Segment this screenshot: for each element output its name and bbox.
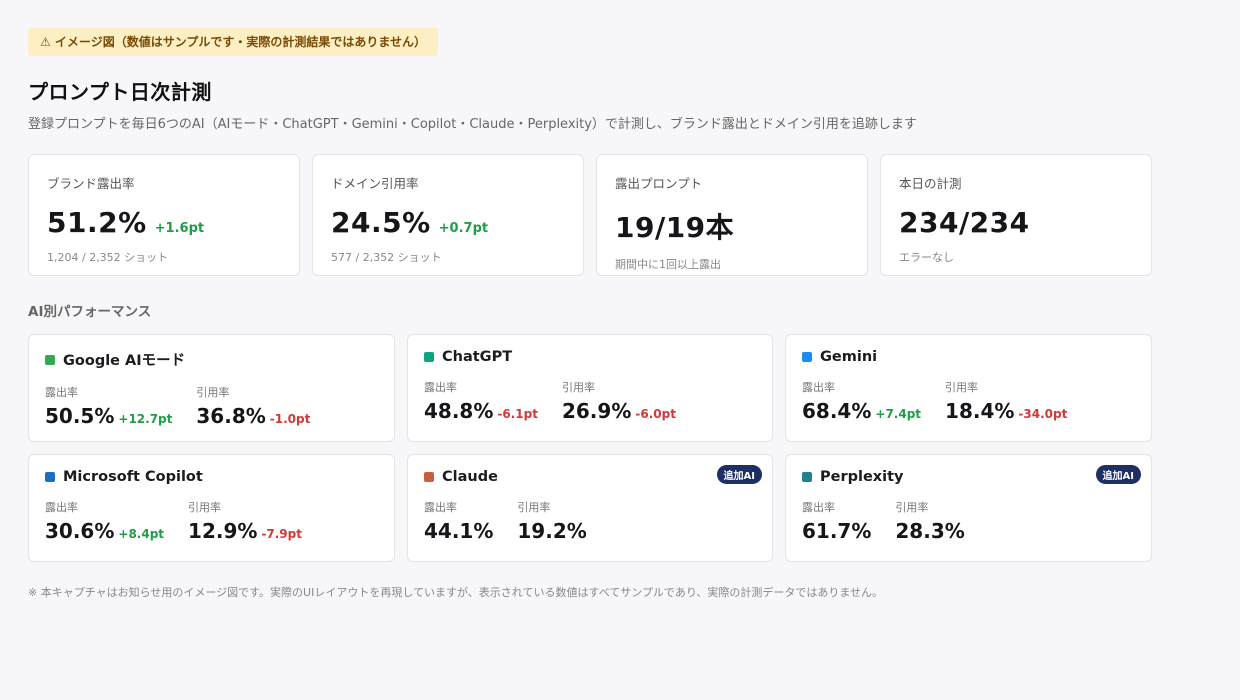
- footnote: ※ 本キャプチャはお知らせ用のイメージ図です。実際のUIレイアウトを再現していま…: [28, 586, 884, 599]
- ai-color-dot: [45, 472, 55, 482]
- exposure-value: 61.7%: [802, 519, 872, 543]
- added-ai-badge: 追加AI: [716, 465, 762, 484]
- ai-name: Claude: [442, 469, 498, 485]
- kpi-label: 本日の計測: [899, 176, 962, 191]
- kpi-card-exposed-prompts: 露出プロンプト 19/19本 期間中に1回以上露出: [596, 154, 868, 276]
- exposure-label: 露出率: [45, 386, 78, 399]
- added-ai-badge: 追加AI: [1095, 465, 1141, 484]
- citation-value: 36.8%: [196, 404, 266, 428]
- kpi-label: ブランド露出率: [47, 176, 135, 191]
- page-subtitle: 登録プロンプトを毎日6つのAI（AIモード・ChatGPT・Gemini・Cop…: [28, 117, 917, 132]
- section-title: AI別パフォーマンス: [28, 304, 152, 320]
- kpi-value: 24.5%: [331, 206, 431, 239]
- ai-color-dot: [45, 354, 55, 365]
- kpi-label: ドメイン引用率: [331, 176, 419, 191]
- exposure-delta: +7.4pt: [875, 407, 922, 421]
- ai-color-dot: [802, 352, 812, 362]
- citation-value: 19.2%: [517, 519, 587, 543]
- exposure-label: 露出率: [802, 501, 835, 514]
- citation-label: 引用率: [196, 386, 230, 399]
- exposure-value: 50.5%: [45, 404, 115, 428]
- exposure-label: 露出率: [424, 501, 457, 514]
- kpi-card-brand-exposure: ブランド露出率 51.2% +1.6pt 1,204 / 2,352 ショット: [28, 154, 300, 276]
- kpi-subtext: エラーなし: [899, 251, 954, 264]
- exposure-delta: +12.7pt: [118, 412, 173, 426]
- citation-value: 12.9%: [188, 519, 258, 543]
- ai-name: Gemini: [820, 349, 878, 365]
- citation-label: 引用率: [517, 501, 551, 514]
- ai-card-claude: 追加AI Claude 露出率 44.1% 引用率 19.2%: [407, 454, 773, 562]
- exposure-value: 44.1%: [424, 519, 494, 543]
- sample-warning-banner: ⚠ イメージ図（数値はサンプルです・実際の計測結果ではありません）: [28, 28, 438, 56]
- ai-name: Google AIモード: [63, 353, 186, 369]
- exposure-value: 30.6%: [45, 519, 115, 543]
- citation-label: 引用率: [561, 381, 595, 394]
- kpi-value: 19/19本: [615, 211, 735, 244]
- ai-card-google-ai-mode: Google AIモード 露出率 50.5% +12.7pt 引用率 36.8%…: [28, 334, 395, 442]
- kpi-delta: +0.7pt: [438, 221, 489, 236]
- kpi-row: ブランド露出率 51.2% +1.6pt 1,204 / 2,352 ショット …: [28, 154, 1152, 276]
- citation-value: 26.9%: [561, 399, 632, 423]
- citation-value: 28.3%: [895, 519, 965, 543]
- citation-delta: -1.0pt: [269, 412, 311, 426]
- kpi-card-domain-citation: ドメイン引用率 24.5% +0.7pt 577 / 2,352 ショット: [312, 154, 584, 276]
- kpi-subtext: 577 / 2,352 ショット: [331, 251, 442, 264]
- kpi-label: 露出プロンプト: [615, 176, 703, 191]
- ai-card-gemini: Gemini 露出率 68.4% +7.4pt 引用率 18.4% -34.0p…: [785, 334, 1152, 442]
- ai-color-dot: [802, 472, 812, 482]
- citation-delta: -7.9pt: [261, 527, 302, 541]
- exposure-delta: -6.1pt: [497, 407, 538, 421]
- citation-label: 引用率: [188, 501, 222, 514]
- page-title: プロンプト日次計測: [28, 80, 212, 104]
- exposure-value: 48.8%: [424, 399, 494, 423]
- exposure-label: 露出率: [424, 381, 457, 394]
- exposure-delta: +8.4pt: [118, 527, 165, 541]
- kpi-subtext: 1,204 / 2,352 ショット: [47, 251, 169, 264]
- kpi-card-today-measurement: 本日の計測 234/234 エラーなし: [880, 154, 1152, 276]
- ai-name: ChatGPT: [442, 349, 513, 365]
- ai-card-perplexity: 追加AI Perplexity 露出率 61.7% 引用率 28.3%: [785, 454, 1152, 562]
- citation-label: 引用率: [895, 501, 929, 514]
- kpi-value: 51.2%: [47, 206, 147, 239]
- ai-card-microsoft-copilot: Microsoft Copilot 露出率 30.6% +8.4pt 引用率 1…: [28, 454, 395, 562]
- exposure-label: 露出率: [802, 381, 835, 394]
- ai-performance-grid: Google AIモード 露出率 50.5% +12.7pt 引用率 36.8%…: [28, 334, 1152, 562]
- page: ⚠ イメージ図（数値はサンプルです・実際の計測結果ではありません） プロンプト日…: [28, 28, 1152, 600]
- exposure-value: 68.4%: [802, 399, 872, 423]
- citation-delta: -6.0pt: [635, 407, 676, 421]
- citation-value: 18.4%: [945, 399, 1015, 423]
- ai-card-chatgpt: ChatGPT 露出率 48.8% -6.1pt 引用率 26.9% -6.0p…: [407, 334, 773, 442]
- kpi-delta: +1.6pt: [154, 221, 205, 236]
- citation-delta: -34.0pt: [1018, 407, 1068, 421]
- ai-name: Perplexity: [820, 469, 904, 485]
- citation-label: 引用率: [945, 381, 979, 394]
- kpi-subtext: 期間中に1回以上露出: [615, 258, 721, 271]
- ai-name: Microsoft Copilot: [63, 469, 203, 485]
- exposure-label: 露出率: [45, 501, 78, 514]
- ai-color-dot: [424, 472, 434, 482]
- ai-color-dot: [424, 352, 434, 362]
- kpi-value: 234/234: [899, 206, 1030, 239]
